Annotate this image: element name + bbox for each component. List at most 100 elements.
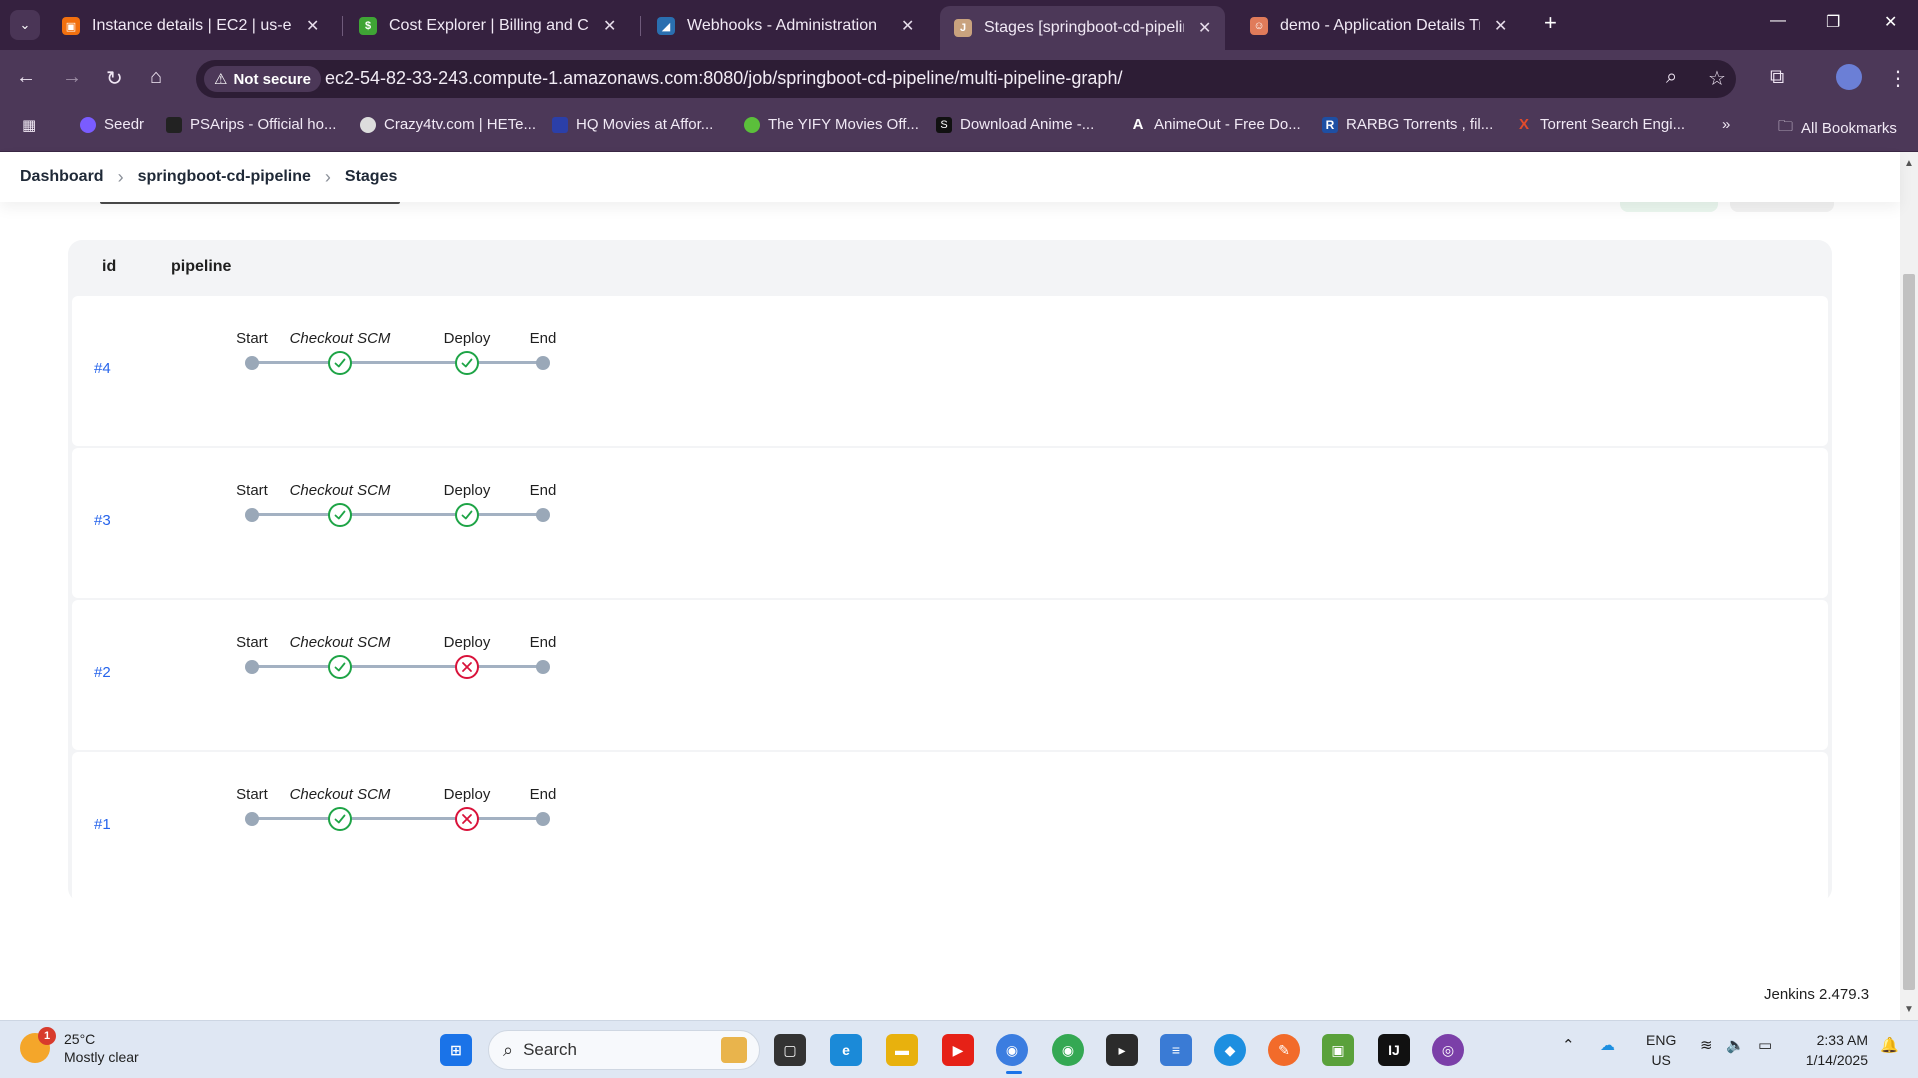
stage-label[interactable]: Deploy: [444, 634, 491, 651]
scroll-up-icon[interactable]: ▲: [1904, 158, 1914, 169]
stage-label[interactable]: Deploy: [444, 786, 491, 803]
stage-label[interactable]: Checkout SCM: [290, 634, 391, 651]
youtube-icon[interactable]: ▶: [942, 1034, 974, 1066]
stage-failed-icon[interactable]: [455, 655, 479, 679]
new-tab-button[interactable]: +: [1544, 10, 1557, 36]
chrome-profile-icon[interactable]: ◉: [1052, 1034, 1084, 1066]
stage-success-icon[interactable]: [455, 503, 479, 527]
chevron-up-icon[interactable]: ⌃: [1562, 1036, 1575, 1054]
restore-icon[interactable]: ❐: [1826, 12, 1840, 32]
breadcrumb-dashboard[interactable]: Dashboard: [20, 168, 104, 186]
stage-success-icon[interactable]: [455, 351, 479, 375]
wifi-icon[interactable]: ≋: [1700, 1036, 1713, 1054]
animeout-icon: A: [1132, 115, 1144, 133]
minimize-icon[interactable]: —: [1770, 12, 1786, 30]
task-view-icon[interactable]: ▢: [774, 1034, 806, 1066]
all-bookmarks-folder[interactable]: 🗀 All Bookmarks: [1778, 116, 1897, 141]
extensions-icon[interactable]: ⧉: [1770, 66, 1784, 89]
stage-label[interactable]: Deploy: [444, 482, 491, 499]
breadcrumb-stages[interactable]: Stages: [345, 168, 397, 186]
end-node: [536, 508, 550, 522]
stage-success-icon[interactable]: [328, 807, 352, 831]
windows-start-icon[interactable]: ⊞: [440, 1034, 472, 1066]
tab-webhooks[interactable]: ◢ Webhooks - Administration ✕: [643, 6, 928, 46]
tab-stages-active[interactable]: J Stages [springboot-cd-pipeline] ✕: [940, 6, 1226, 50]
stage-label[interactable]: Checkout SCM: [290, 482, 391, 499]
bookmark-seedr[interactable]: Seedr: [80, 116, 144, 133]
run-id-link[interactable]: #3: [94, 512, 111, 529]
tab-cost-explorer[interactable]: $ Cost Explorer | Billing and Cost ✕: [345, 6, 630, 46]
weather-desc: Mostly clear: [64, 1049, 139, 1065]
stage-success-icon[interactable]: [328, 503, 352, 527]
menu-kebab-icon[interactable]: ⋮: [1888, 66, 1908, 91]
stage-failed-icon[interactable]: [455, 807, 479, 831]
close-icon[interactable]: ✕: [603, 16, 616, 36]
bookmark-hq-movies[interactable]: HQ Movies at Affor...: [552, 116, 713, 133]
chrome-icon[interactable]: ◉: [996, 1034, 1028, 1066]
docker-icon[interactable]: ◆: [1214, 1034, 1246, 1066]
notepad-icon[interactable]: ≡: [1160, 1034, 1192, 1066]
onedrive-icon[interactable]: ☁: [1600, 1036, 1615, 1054]
close-icon[interactable]: ✕: [1494, 16, 1507, 36]
tab-search-button[interactable]: ⌄: [10, 10, 40, 40]
reload-icon[interactable]: ↻: [106, 66, 123, 91]
jenkins-version[interactable]: Jenkins 2.479.3: [1764, 986, 1869, 1003]
home-icon[interactable]: ⌂: [150, 66, 162, 89]
table-row: #3 Start Checkout SCM Deploy End: [72, 448, 1828, 598]
stage-label[interactable]: Checkout SCM: [290, 330, 391, 347]
tab-title: demo - Application Details Tree: [1280, 17, 1480, 34]
clock-date: 1/14/2025: [1805, 1052, 1868, 1068]
url-text[interactable]: ec2-54-82-33-243.compute-1.amazonaws.com…: [325, 68, 1122, 89]
bookmark-download-anime[interactable]: S Download Anime -...: [936, 116, 1094, 133]
github-desktop-icon[interactable]: ◎: [1432, 1034, 1464, 1066]
stage-label[interactable]: Checkout SCM: [290, 786, 391, 803]
bookmark-yify[interactable]: The YIFY Movies Off...: [744, 116, 919, 133]
system-clock[interactable]: 2:33 AM 1/14/2025: [1796, 1030, 1868, 1070]
close-icon[interactable]: ✕: [1198, 18, 1211, 38]
stage-label[interactable]: Deploy: [444, 330, 491, 347]
file-explorer-icon[interactable]: ▬: [886, 1034, 918, 1066]
breadcrumb-job[interactable]: springboot-cd-pipeline: [138, 168, 311, 186]
battery-icon[interactable]: ▭: [1758, 1036, 1772, 1054]
close-icon[interactable]: ✕: [306, 16, 319, 36]
forward-icon[interactable]: →: [62, 66, 82, 89]
postman-icon[interactable]: ✎: [1268, 1034, 1300, 1066]
bookmark-star-icon[interactable]: ☆: [1708, 66, 1726, 91]
tab-strip: ⌄ ▣ Instance details | EC2 | us-east-1 ✕…: [0, 0, 1918, 50]
tab-ec2[interactable]: ▣ Instance details | EC2 | us-east-1 ✕: [48, 6, 333, 46]
tab-argocd[interactable]: ☺ demo - Application Details Tree ✕: [1236, 6, 1521, 46]
aws-ec2-icon: ▣: [62, 17, 80, 35]
language-indicator[interactable]: ENG US: [1646, 1030, 1676, 1070]
run-id-link[interactable]: #1: [94, 816, 111, 833]
run-id-link[interactable]: #2: [94, 664, 111, 681]
close-icon[interactable]: ✕: [901, 16, 914, 36]
stage-success-icon[interactable]: [328, 351, 352, 375]
bookmark-label: HQ Movies at Affor...: [576, 116, 714, 133]
taskbar-search[interactable]: ⌕ Search: [488, 1030, 760, 1070]
apps-grid-icon[interactable]: ▦: [22, 116, 36, 134]
stage-success-icon[interactable]: [328, 655, 352, 679]
bookmark-crazy4tv[interactable]: Crazy4tv.com | HETe...: [360, 116, 536, 133]
security-indicator[interactable]: ⚠ Not secure: [204, 66, 321, 92]
close-window-icon[interactable]: ✕: [1884, 12, 1897, 32]
volume-icon[interactable]: 🔈: [1726, 1036, 1745, 1054]
more-bookmarks-icon[interactable]: »: [1722, 116, 1730, 133]
run-id-link[interactable]: #4: [94, 360, 111, 377]
scrollbar-thumb[interactable]: [1903, 274, 1915, 990]
notification-bell-icon[interactable]: 🔔: [1880, 1036, 1899, 1054]
terminal-icon[interactable]: ▸: [1106, 1034, 1138, 1066]
intellij-icon[interactable]: IJ: [1378, 1034, 1410, 1066]
minecraft-icon[interactable]: ▣: [1322, 1034, 1354, 1066]
bookmark-rarbg[interactable]: R RARBG Torrents , fil...: [1322, 116, 1493, 133]
bookmark-psarips[interactable]: PSArips - Official ho...: [166, 116, 336, 133]
profile-avatar[interactable]: [1836, 64, 1862, 90]
back-icon[interactable]: ←: [16, 66, 36, 89]
edge-icon[interactable]: e: [830, 1034, 862, 1066]
check-icon: [334, 510, 346, 520]
bookmark-torrent-search[interactable]: X Torrent Search Engi...: [1516, 116, 1685, 133]
bookmark-animeout[interactable]: A AnimeOut - Free Do...: [1130, 116, 1301, 133]
scroll-down-icon[interactable]: ▼: [1904, 1004, 1914, 1015]
weather-widget[interactable]: 1 25°C Mostly clear: [20, 1027, 139, 1066]
psarips-icon: [166, 116, 182, 133]
zoom-icon[interactable]: ⌕: [1666, 66, 1677, 89]
